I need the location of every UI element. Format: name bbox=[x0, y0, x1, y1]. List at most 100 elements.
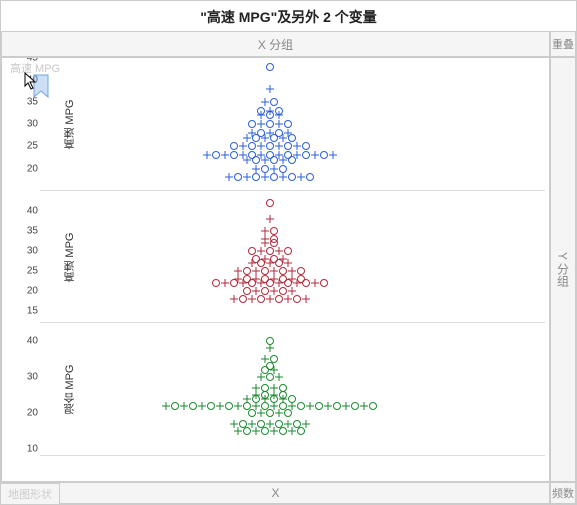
right-column: 重叠 Y 分组 频数 bbox=[550, 31, 576, 504]
data-point bbox=[275, 247, 283, 255]
chart-panel bbox=[40, 58, 545, 191]
data-point bbox=[266, 107, 274, 115]
data-point bbox=[212, 151, 220, 159]
y-tick-label: 10 bbox=[27, 443, 38, 454]
data-point bbox=[243, 427, 251, 435]
data-point bbox=[270, 355, 278, 363]
data-point bbox=[248, 295, 256, 303]
data-point bbox=[230, 295, 238, 303]
data-point bbox=[248, 142, 256, 150]
data-point bbox=[279, 267, 287, 275]
data-point bbox=[275, 373, 283, 381]
chart-panel bbox=[40, 323, 545, 456]
plot-area[interactable]: 高速 MPG 高速 MPG202530354045高速 MPG152025303… bbox=[1, 57, 550, 482]
data-point bbox=[270, 384, 278, 392]
x-group-dropzone[interactable]: X 分组 bbox=[1, 31, 550, 57]
data-point bbox=[216, 402, 224, 410]
overlay-dropzone[interactable]: 重叠 bbox=[550, 31, 576, 57]
bookmark-icon bbox=[32, 74, 50, 98]
points-layer bbox=[40, 191, 545, 323]
data-point bbox=[230, 142, 238, 150]
data-point bbox=[284, 151, 292, 159]
data-point bbox=[257, 373, 265, 381]
data-point bbox=[252, 287, 260, 295]
data-point bbox=[266, 420, 274, 428]
data-point bbox=[234, 267, 242, 275]
data-point bbox=[270, 287, 278, 295]
chart-panel bbox=[40, 191, 545, 324]
data-point bbox=[297, 402, 305, 410]
data-point bbox=[243, 173, 251, 181]
data-point bbox=[266, 151, 274, 159]
data-point bbox=[230, 420, 238, 428]
data-point bbox=[297, 267, 305, 275]
freq-dropzone[interactable]: 频数 bbox=[550, 482, 576, 504]
data-point bbox=[302, 295, 310, 303]
data-point bbox=[266, 129, 274, 137]
y-tick-label: 20 bbox=[27, 407, 38, 418]
data-point bbox=[266, 344, 274, 352]
data-point bbox=[266, 362, 274, 370]
data-point bbox=[234, 275, 242, 283]
data-point bbox=[279, 402, 287, 410]
y-ticks: 10203040 bbox=[18, 323, 40, 456]
data-point bbox=[270, 275, 278, 283]
data-point bbox=[230, 151, 238, 159]
data-point bbox=[275, 107, 283, 115]
data-point bbox=[302, 151, 310, 159]
data-point bbox=[162, 402, 170, 410]
data-point bbox=[257, 247, 265, 255]
y-group-dropzone[interactable]: Y 分组 bbox=[550, 57, 576, 482]
data-point bbox=[266, 337, 274, 345]
data-point bbox=[270, 402, 278, 410]
data-point bbox=[234, 402, 242, 410]
data-point bbox=[243, 275, 251, 283]
data-point bbox=[306, 402, 314, 410]
data-point bbox=[212, 279, 220, 287]
data-point bbox=[252, 267, 260, 275]
data-point bbox=[248, 151, 256, 159]
data-point bbox=[239, 420, 247, 428]
data-point bbox=[279, 287, 287, 295]
data-point bbox=[252, 391, 260, 399]
data-point bbox=[248, 120, 256, 128]
data-point bbox=[315, 402, 323, 410]
data-point bbox=[288, 402, 296, 410]
data-point bbox=[261, 391, 269, 399]
data-point bbox=[320, 151, 328, 159]
data-point bbox=[257, 420, 265, 428]
data-point bbox=[261, 427, 269, 435]
data-point bbox=[284, 409, 292, 417]
data-point bbox=[266, 373, 274, 381]
data-point bbox=[225, 173, 233, 181]
data-point bbox=[252, 173, 260, 181]
map-shape-dropzone[interactable]: 地图形状 bbox=[0, 483, 60, 505]
data-point bbox=[266, 215, 274, 223]
data-point bbox=[171, 402, 179, 410]
data-point bbox=[275, 120, 283, 128]
data-point bbox=[288, 267, 296, 275]
data-point bbox=[257, 142, 265, 150]
y-tick-label: 25 bbox=[27, 266, 38, 277]
data-point bbox=[288, 275, 296, 283]
data-point bbox=[248, 420, 256, 428]
data-point bbox=[275, 420, 283, 428]
data-point bbox=[239, 151, 247, 159]
data-point bbox=[279, 427, 287, 435]
x-dropzone[interactable]: X bbox=[1, 482, 550, 504]
data-point bbox=[243, 287, 251, 295]
data-point bbox=[360, 402, 368, 410]
data-point bbox=[257, 107, 265, 115]
data-point bbox=[243, 395, 251, 403]
data-point bbox=[351, 402, 359, 410]
data-point bbox=[270, 227, 278, 235]
data-point bbox=[279, 391, 287, 399]
data-point bbox=[270, 235, 278, 243]
data-point bbox=[257, 151, 265, 159]
data-point bbox=[279, 275, 287, 283]
y-axis-label: 混合 MPG bbox=[4, 323, 18, 456]
data-point bbox=[266, 295, 274, 303]
y-tick-label: 40 bbox=[27, 205, 38, 216]
data-point bbox=[261, 267, 269, 275]
data-point bbox=[266, 409, 274, 417]
